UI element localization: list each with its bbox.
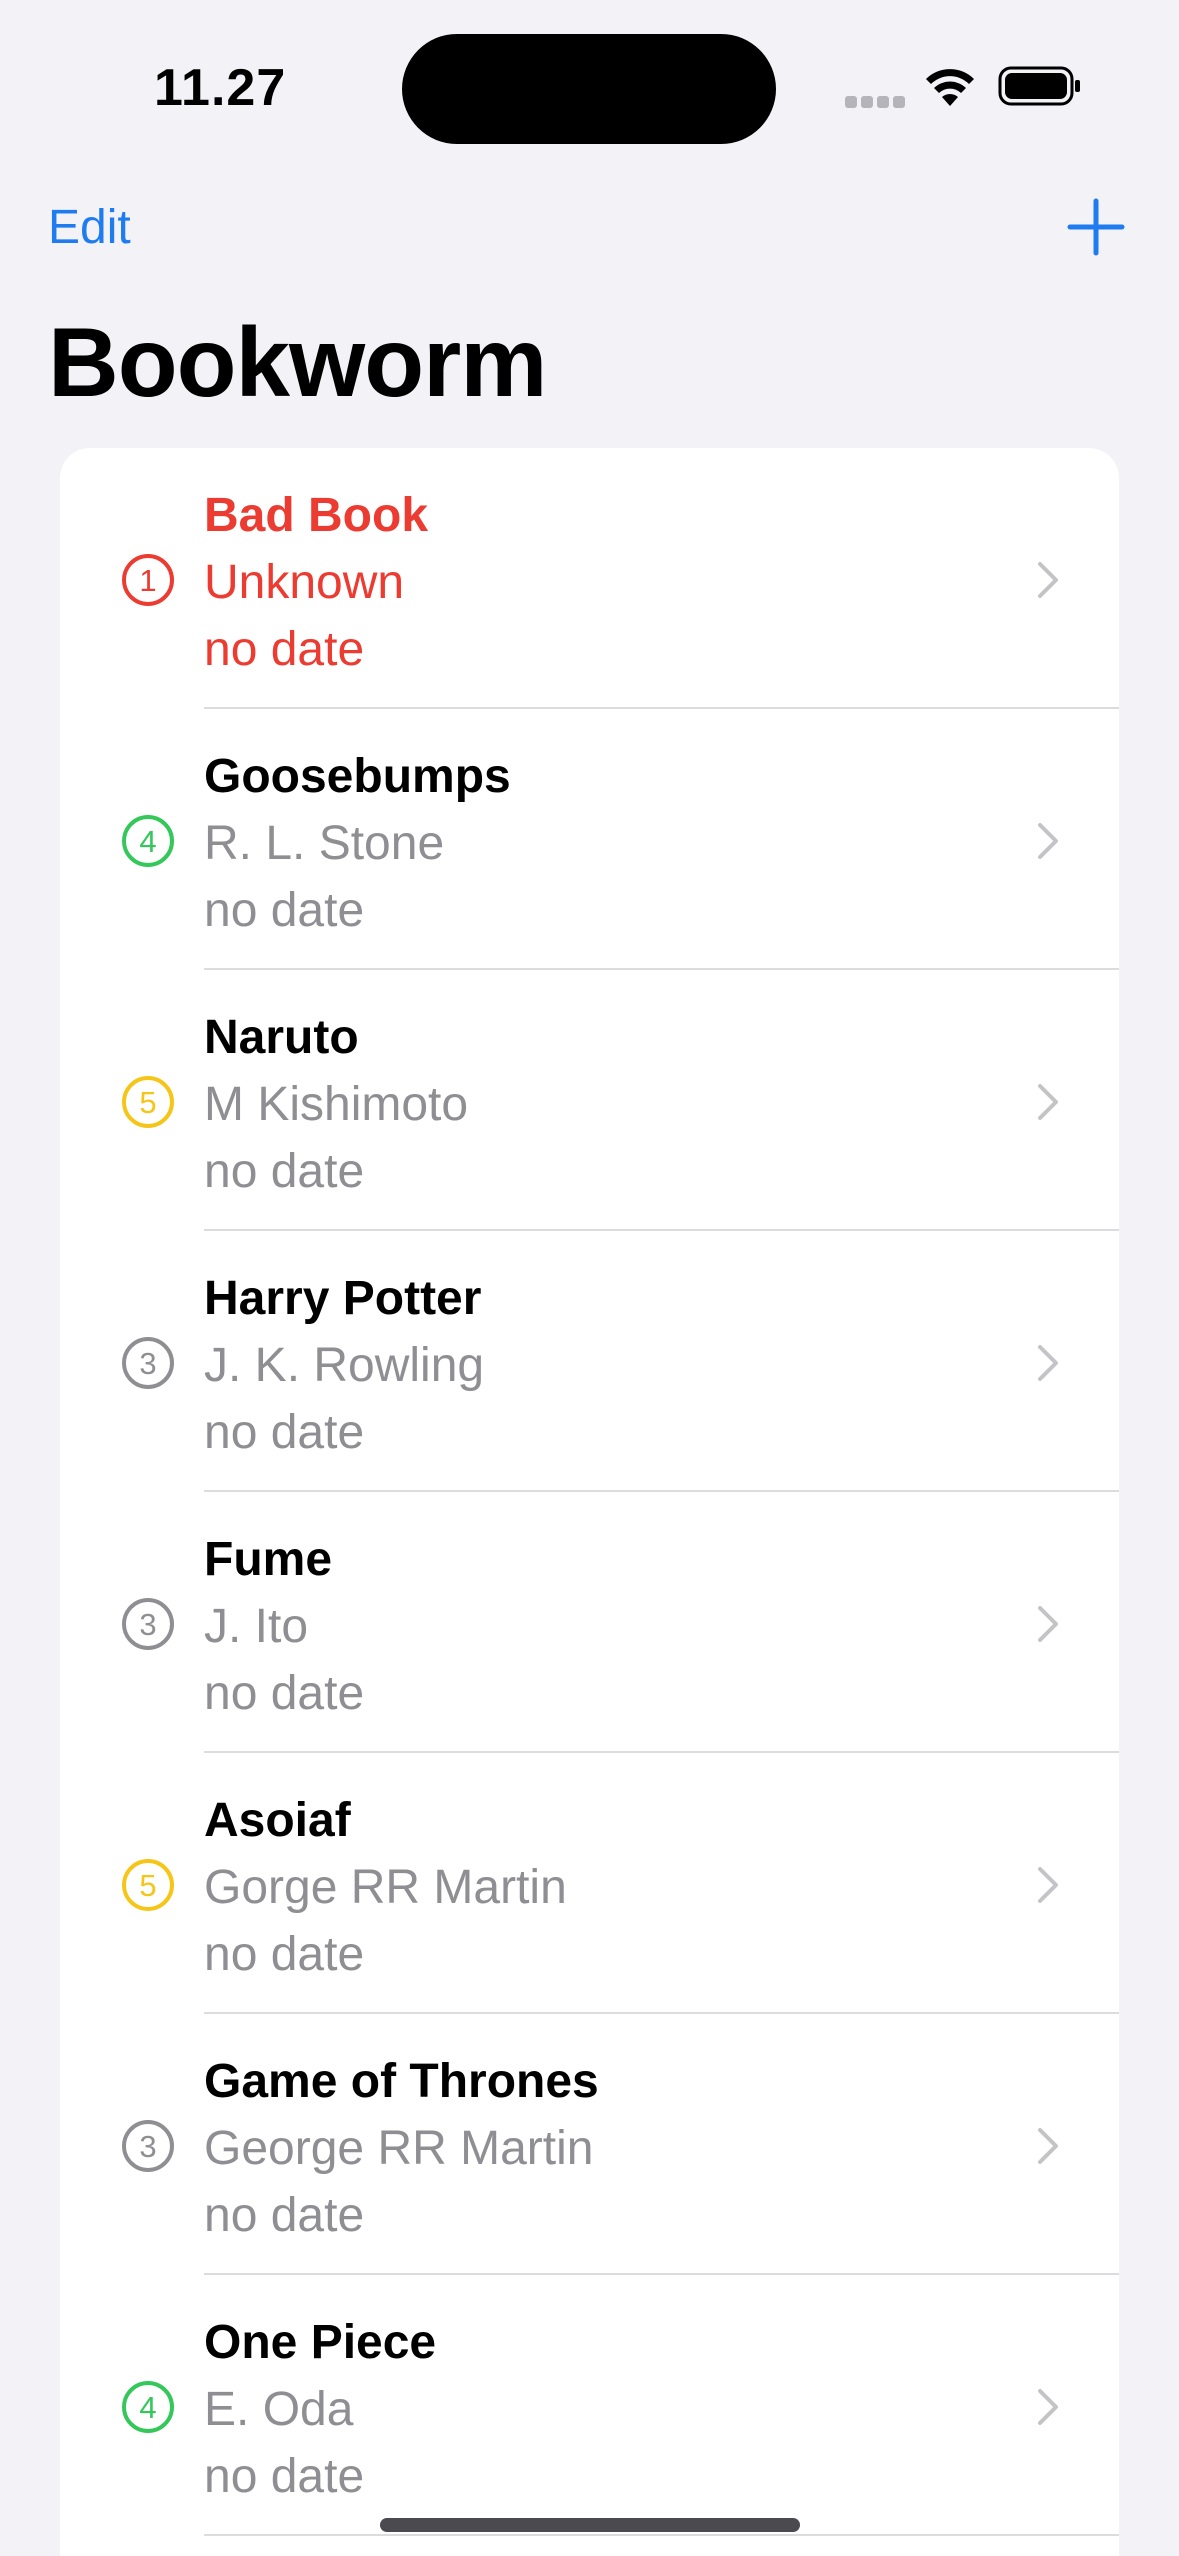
book-author: Gorge RR Martin bbox=[204, 1861, 567, 1914]
rating-badge: 4 bbox=[122, 815, 174, 867]
book-date: no date bbox=[204, 1145, 365, 1198]
rating-badge: 3 bbox=[122, 2120, 174, 2172]
book-list: 1 Bad Book Unknown no date 4 Goosebumps … bbox=[60, 448, 1119, 2556]
book-author: M Kishimoto bbox=[204, 1078, 469, 1131]
status-time: 11.27 bbox=[154, 59, 287, 117]
rating-badge: 1 bbox=[122, 554, 174, 606]
book-row[interactable]: 3 Fume J. Ito no date bbox=[60, 1492, 1119, 1753]
rating-badge: 3 bbox=[122, 1598, 174, 1650]
edit-button[interactable]: Edit bbox=[48, 200, 131, 255]
book-text: One Piece E. Oda no date bbox=[204, 2309, 436, 2510]
chevron-right-icon bbox=[1038, 562, 1058, 598]
page-title: Bookworm bbox=[48, 307, 547, 417]
book-row[interactable]: 5 Naruto M Kishimoto no date bbox=[60, 970, 1119, 1231]
book-row[interactable]: 3 Game of Thrones George RR Martin no da… bbox=[60, 2014, 1119, 2275]
book-title: Game of Thrones bbox=[204, 2055, 599, 2108]
chevron-right-icon bbox=[1038, 1345, 1058, 1381]
book-date: no date bbox=[204, 2189, 365, 2242]
rating-badge: 3 bbox=[122, 1337, 174, 1389]
book-date: no date bbox=[204, 1928, 365, 1981]
row-separator bbox=[204, 2534, 1119, 2536]
book-author: R. L. Stone bbox=[204, 817, 445, 870]
wifi-icon bbox=[926, 69, 974, 106]
book-row[interactable]: 3 Harry Potter J. K. Rowling no date bbox=[60, 1231, 1119, 1492]
rating-badge: 4 bbox=[122, 2381, 174, 2433]
book-text: Bad Book Unknown no date bbox=[204, 482, 428, 683]
book-row[interactable]: 1 Bad Book Unknown no date bbox=[60, 448, 1119, 709]
book-title: Bad Book bbox=[204, 489, 429, 542]
status-bar: 11.27 bbox=[0, 0, 1179, 170]
home-indicator[interactable] bbox=[380, 2518, 800, 2532]
book-row[interactable]: 4 Goosebumps R. L. Stone no date bbox=[60, 709, 1119, 970]
book-author: George RR Martin bbox=[204, 2122, 594, 2175]
book-author: J. Ito bbox=[204, 1600, 309, 1653]
book-author: E. Oda bbox=[204, 2383, 354, 2436]
rating-badge: 5 bbox=[122, 1859, 174, 1911]
book-date: no date bbox=[204, 1406, 365, 1459]
book-author: J. K. Rowling bbox=[204, 1339, 485, 1392]
book-row[interactable]: 5 Asoiaf Gorge RR Martin no date bbox=[60, 1753, 1119, 2014]
book-title: One Piece bbox=[204, 2316, 437, 2369]
book-text: Fume J. Ito no date bbox=[204, 1526, 364, 1727]
book-text: Asoiaf Gorge RR Martin no date bbox=[204, 1787, 567, 1988]
book-title: Fume bbox=[204, 1533, 333, 1586]
screen: 11.27 Edit Bookworm 1 Bad Book Unknown n… bbox=[0, 0, 1179, 2556]
chevron-right-icon bbox=[1038, 1867, 1058, 1903]
book-date: no date bbox=[204, 2450, 365, 2503]
chevron-right-icon bbox=[1038, 823, 1058, 859]
rating-badge: 5 bbox=[122, 1076, 174, 1128]
book-row[interactable]: 4 One Piece E. Oda no date bbox=[60, 2275, 1119, 2536]
book-title: Asoiaf bbox=[204, 1794, 351, 1847]
chevron-right-icon bbox=[1038, 1084, 1058, 1120]
add-book-button[interactable] bbox=[1066, 197, 1126, 257]
book-author: Unknown bbox=[204, 556, 405, 609]
chevron-right-icon bbox=[1038, 2128, 1058, 2164]
book-text: Naruto M Kishimoto no date bbox=[204, 1004, 468, 1205]
book-text: Harry Potter J. K. Rowling no date bbox=[204, 1265, 484, 1466]
book-title: Goosebumps bbox=[204, 750, 511, 803]
book-title: Naruto bbox=[204, 1011, 359, 1064]
book-date: no date bbox=[204, 623, 365, 676]
cellular-signal-icon bbox=[845, 96, 905, 108]
book-title: Harry Potter bbox=[204, 1272, 482, 1325]
chevron-right-icon bbox=[1038, 1606, 1058, 1642]
book-date: no date bbox=[204, 884, 365, 937]
book-date: no date bbox=[204, 1667, 365, 1720]
dynamic-island bbox=[402, 34, 776, 144]
book-text: Game of Thrones George RR Martin no date bbox=[204, 2048, 599, 2249]
chevron-right-icon bbox=[1038, 2389, 1058, 2425]
book-text: Goosebumps R. L. Stone no date bbox=[204, 743, 511, 944]
battery-icon bbox=[998, 66, 1080, 106]
